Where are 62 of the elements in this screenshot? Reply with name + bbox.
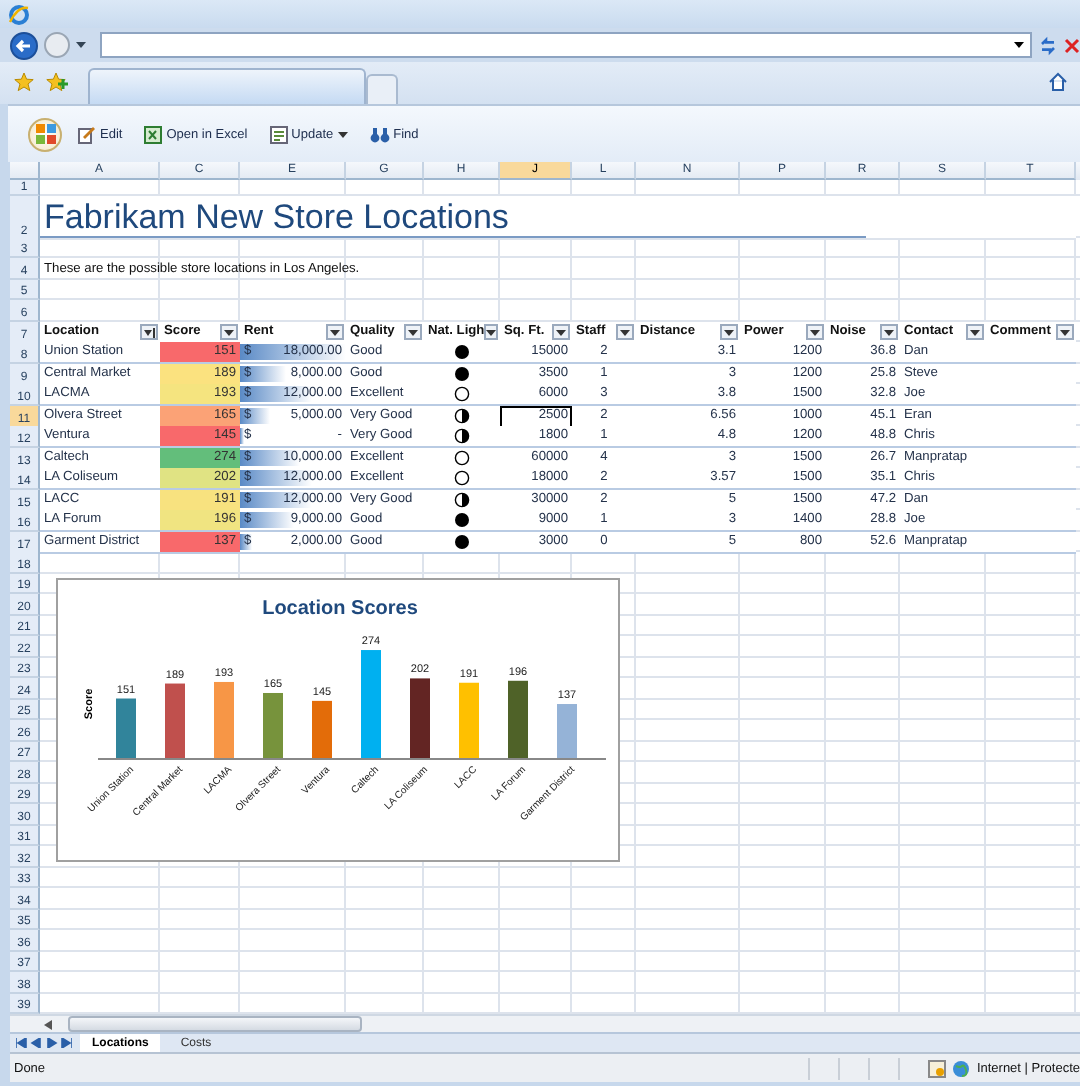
filter-button[interactable] [616,324,634,340]
caret-icon[interactable] [1014,42,1024,48]
address-field[interactable] [100,32,1032,58]
pencil-icon [78,125,96,143]
filled-circle-icon [454,344,470,360]
document-icon [269,125,288,143]
home-icon[interactable] [1048,72,1068,92]
caret-icon [224,329,234,335]
shield-icon [928,1059,947,1077]
binoculars-icon [369,125,390,143]
globe-icon [952,1059,971,1077]
bar [165,683,185,758]
caret-icon [970,329,980,335]
filled-circle-icon [454,366,470,382]
filter-button[interactable] [220,324,238,340]
caret-icon [556,329,566,335]
filled-circle-icon [454,512,470,528]
filter-button[interactable] [880,324,898,340]
caret-icon [1060,329,1070,335]
filter-button[interactable] [326,324,344,340]
filter-button[interactable] [1056,324,1074,340]
bar [312,700,332,758]
bar [263,693,283,758]
refresh-icon[interactable] [1038,35,1058,55]
add-favorite-icon[interactable] [46,72,68,92]
star-icon[interactable] [14,72,34,92]
filter-button[interactable] [484,324,499,340]
logo-icon [35,124,55,144]
filter-button[interactable] [552,324,570,340]
bar [459,682,479,758]
bar [214,681,234,758]
caret-icon [486,329,497,335]
bar [557,704,577,758]
browser-logo-icon [8,3,30,25]
sheet-navigation-icon[interactable] [16,1038,72,1048]
scroll-left-icon[interactable] [44,1019,52,1029]
caret-icon [337,131,348,137]
caret-icon [620,329,630,335]
bar [361,650,381,758]
caret-icon [330,329,340,335]
scrollbar-thumb[interactable] [68,1016,362,1032]
spreadsheet-icon [144,125,163,143]
sheet-title: Fabrikam New Store Locations [44,196,509,238]
caret-icon [810,329,820,335]
filter-button[interactable] [966,324,984,340]
back-button[interactable] [10,31,38,59]
bar [508,680,528,758]
filter-button[interactable] [404,324,422,340]
caret-icon[interactable] [76,42,86,48]
caret-icon [724,329,734,335]
caret-icon [408,329,418,335]
bar [410,678,430,758]
close-icon[interactable] [1064,37,1080,53]
filled-circle-icon [454,534,470,550]
office-button[interactable] [28,117,62,151]
chart-title: Location Scores [262,598,418,620]
caret-icon [884,329,894,335]
filter-button[interactable] [806,324,824,340]
bar [116,698,136,758]
filter-button[interactable] [140,324,158,340]
filter-button[interactable] [720,324,738,340]
sort-icon [143,327,155,337]
